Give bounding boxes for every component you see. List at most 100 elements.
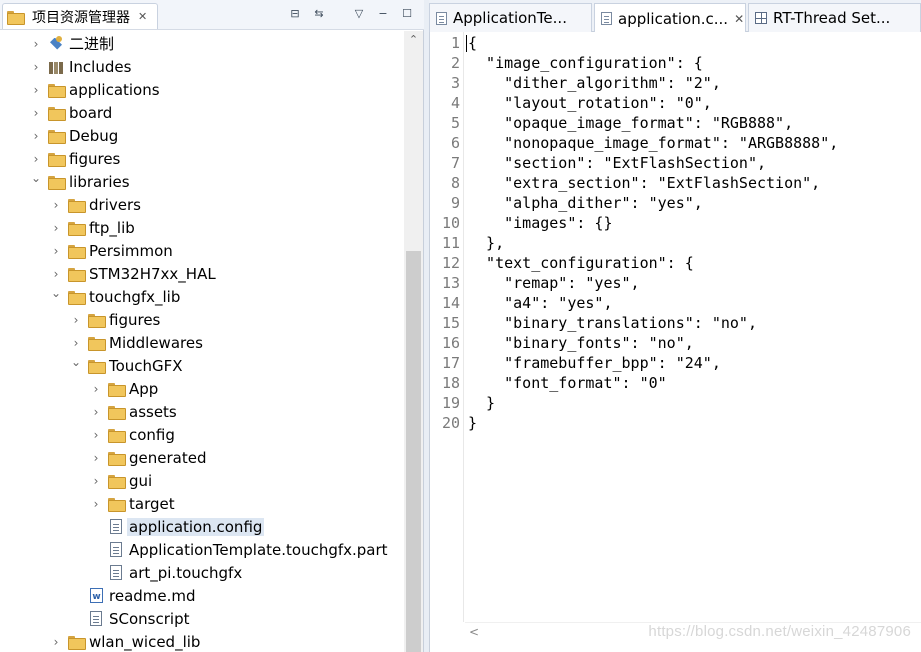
scroll-left-icon[interactable]: < <box>469 625 479 639</box>
chevron-right-icon[interactable]: › <box>50 267 62 281</box>
tree-item[interactable]: ⌄ TouchGFX <box>0 354 404 377</box>
tree-item[interactable]: › config <box>0 423 404 446</box>
tree-item[interactable]: › target <box>0 492 404 515</box>
minimize-icon[interactable]: − <box>376 6 390 20</box>
chevron-right-icon[interactable]: › <box>50 221 62 235</box>
chevron-right-icon[interactable]: › <box>50 244 62 258</box>
editor-tab[interactable]: ApplicationTe... <box>429 3 592 32</box>
code-line: "layout_rotation": "0", <box>468 94 712 112</box>
chevron-right-icon[interactable]: › <box>90 474 102 488</box>
chevron-right-icon[interactable]: › <box>70 336 82 350</box>
chevron-right-icon[interactable]: › <box>30 83 42 97</box>
binary-icon <box>48 35 64 52</box>
tree-item[interactable]: › Debug <box>0 124 404 147</box>
collapse-all-icon[interactable]: ⊟ <box>288 6 302 20</box>
close-icon[interactable]: ✕ <box>138 10 147 23</box>
chevron-down-icon[interactable]: ⌄ <box>30 171 42 185</box>
tree-item[interactable]: › Persimmon <box>0 239 404 262</box>
folder-icon <box>88 313 106 328</box>
project-explorer: 项目资源管理器 ✕ ⊟ ⇆ ▽ − ☐ › 二进制 › Includes › applic… <box>0 0 424 652</box>
explorer-title: 项目资源管理器 <box>32 9 130 26</box>
view-menu-icon[interactable]: ▽ <box>352 6 366 20</box>
chevron-right-icon[interactable]: › <box>90 382 102 396</box>
chevron-right-icon[interactable]: › <box>90 451 102 465</box>
tree-item[interactable]: › board <box>0 101 404 124</box>
document-icon <box>601 12 612 25</box>
chevron-down-icon[interactable]: ⌄ <box>70 355 82 369</box>
chevron-down-icon[interactable]: ⌄ <box>50 286 62 300</box>
chevron-right-icon[interactable]: › <box>90 428 102 442</box>
folder-icon <box>48 152 66 167</box>
tree-item-label: board <box>69 103 113 122</box>
tree-item-label: target <box>129 494 175 513</box>
code-line: } <box>468 394 496 412</box>
document-icon <box>436 11 447 25</box>
project-tree: › 二进制 › Includes › applications › board › Debug › f… <box>0 31 404 652</box>
tree-item[interactable]: › ftp_lib <box>0 216 404 239</box>
editor-tab[interactable]: application.c... ✕ <box>594 3 746 33</box>
code-content[interactable]: { "image_configuration": { "dither_algor… <box>466 32 920 622</box>
line-number: 3 <box>450 74 460 92</box>
tree-item-label: SConscript <box>109 609 190 628</box>
line-number: 1 <box>450 34 460 52</box>
library-icon <box>48 60 64 74</box>
close-icon[interactable]: ✕ <box>734 12 744 26</box>
explorer-view-tab[interactable]: 项目资源管理器 ✕ <box>2 3 158 29</box>
chevron-right-icon[interactable]: › <box>70 313 82 327</box>
tree-item[interactable]: › assets <box>0 400 404 423</box>
file-icon <box>110 542 122 557</box>
tree-item[interactable]: › Middlewares <box>0 331 404 354</box>
chevron-right-icon[interactable]: › <box>90 497 102 511</box>
tree-item[interactable]: › wlan_wiced_lib <box>0 630 404 652</box>
tree-item[interactable]: › 二进制 <box>0 32 404 55</box>
tree-item[interactable]: › applications <box>0 78 404 101</box>
folder-icon <box>88 336 106 351</box>
folder-icon <box>88 359 106 374</box>
tree-item[interactable]: ›SConscript <box>0 607 404 630</box>
line-number: 17 <box>441 354 460 372</box>
code-line: }, <box>468 234 505 252</box>
tree-item[interactable]: ›wreadme.md <box>0 584 404 607</box>
link-with-editor-icon[interactable]: ⇆ <box>312 6 326 20</box>
tree-item[interactable]: › Includes <box>0 55 404 78</box>
tree-item[interactable]: ⌄ touchgfx_lib <box>0 285 404 308</box>
scrollbar-thumb[interactable] <box>406 251 421 652</box>
tree-item[interactable]: ›ApplicationTemplate.touchgfx.part <box>0 538 404 561</box>
tree-item-label: Middlewares <box>109 333 203 352</box>
chevron-right-icon[interactable]: › <box>50 198 62 212</box>
tree-item[interactable]: › gui <box>0 469 404 492</box>
text-cursor <box>466 35 467 52</box>
editor-tab[interactable]: RT-Thread Set... <box>748 3 921 32</box>
tree-item[interactable]: › drivers <box>0 193 404 216</box>
tree-item[interactable]: › STM32H7xx_HAL <box>0 262 404 285</box>
chevron-right-icon[interactable]: › <box>30 129 42 143</box>
tree-item-label: config <box>129 425 175 444</box>
tree-item[interactable]: ›application.config <box>0 515 404 538</box>
tree-item[interactable]: ›art_pi.touchgfx <box>0 561 404 584</box>
code-line: "dither_algorithm": "2", <box>468 74 721 92</box>
maximize-icon[interactable]: ☐ <box>400 6 414 20</box>
code-line: } <box>468 414 478 432</box>
chevron-right-icon[interactable]: › <box>30 152 42 166</box>
chevron-right-icon[interactable]: › <box>50 635 62 649</box>
folder-icon <box>68 198 86 213</box>
tree-item-label: drivers <box>89 195 141 214</box>
tree-item[interactable]: ⌄ libraries <box>0 170 404 193</box>
tree-item[interactable]: › figures <box>0 147 404 170</box>
tree-item-label: TouchGFX <box>109 356 183 375</box>
code-editor[interactable]: 1 2 3 4 5 6 7 8 9 10 11 12 13 14 15 16 17 18 19 20 { "image… <box>429 32 921 652</box>
chevron-right-icon[interactable]: › <box>90 405 102 419</box>
scroll-up-icon[interactable]: ⌃ <box>404 31 423 49</box>
tree-item[interactable]: › figures <box>0 308 404 331</box>
editor-tab-label: ApplicationTe... <box>453 9 567 27</box>
tree-item-label: ApplicationTemplate.touchgfx.part <box>129 540 388 559</box>
line-number: 18 <box>441 374 460 392</box>
tree-item[interactable]: › App <box>0 377 404 400</box>
tree-item[interactable]: › generated <box>0 446 404 469</box>
chevron-right-icon[interactable]: › <box>30 37 42 51</box>
chevron-right-icon[interactable]: › <box>30 106 42 120</box>
folder-icon <box>108 451 126 466</box>
chevron-right-icon[interactable]: › <box>30 60 42 74</box>
folder-icon <box>68 267 86 282</box>
explorer-scrollbar[interactable]: ⌃ <box>404 31 423 652</box>
